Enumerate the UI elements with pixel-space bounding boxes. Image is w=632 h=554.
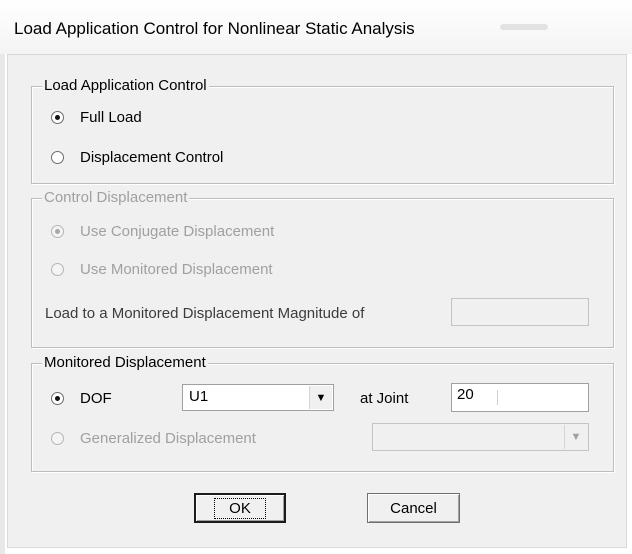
dialog-body: Load Application Control Full Load Displ…	[7, 54, 627, 548]
magnitude-label: Load to a Monitored Displacement Magnitu…	[45, 305, 365, 322]
radio-full-load[interactable]: Full Load	[51, 109, 142, 126]
radio-use-monitored-displacement[interactable]: Use Monitored Displacement	[51, 261, 273, 278]
group-legend: Monitored Displacement	[42, 354, 208, 371]
control-displacement-group: Control Displacement Use Conjugate Displ…	[31, 189, 614, 348]
title-bar-blur	[500, 24, 548, 30]
cancel-button[interactable]: Cancel	[367, 493, 460, 523]
radio-label: Full Load	[80, 109, 142, 126]
radio-displacement-control[interactable]: Displacement Control	[51, 149, 223, 166]
window-left-edge	[0, 54, 5, 554]
radio-label: Displacement Control	[80, 149, 224, 166]
magnitude-input[interactable]	[451, 298, 589, 326]
window-title: Load Application Control for Nonlinear S…	[14, 19, 415, 38]
dof-select[interactable]: U1 ▼	[182, 384, 334, 411]
radio-button[interactable]	[51, 111, 64, 124]
chevron-down-icon[interactable]: ▼	[564, 425, 587, 449]
ok-button[interactable]: OK	[194, 493, 286, 523]
radio-button[interactable]	[51, 151, 64, 164]
radio-button[interactable]	[51, 432, 64, 445]
radio-label: Use Monitored Displacement	[80, 261, 273, 278]
joint-input[interactable]: 20	[451, 383, 589, 412]
load-application-control-group: Load Application Control Full Load Displ…	[31, 77, 614, 184]
cancel-button-label: Cancel	[390, 499, 437, 517]
generalized-displacement-select[interactable]: ▼	[372, 423, 589, 451]
radio-label: Use Conjugate Displacement	[80, 223, 275, 240]
chevron-down-icon[interactable]: ▼	[309, 386, 332, 409]
radio-button[interactable]	[51, 225, 64, 238]
radio-button[interactable]	[51, 263, 64, 276]
monitored-displacement-group: Monitored Displacement DOF U1 ▼ at Joint…	[31, 354, 614, 472]
radio-label: DOF	[80, 390, 112, 407]
radio-label: Generalized Displacement	[80, 430, 256, 447]
radio-use-conjugate-displacement[interactable]: Use Conjugate Displacement	[51, 223, 274, 240]
text-cursor	[497, 390, 498, 405]
radio-button[interactable]	[51, 392, 64, 405]
radio-dof[interactable]: DOF	[51, 390, 112, 407]
group-legend: Load Application Control	[42, 77, 209, 94]
title-bar[interactable]: Load Application Control for Nonlinear S…	[0, 0, 632, 54]
dof-selected-value: U1	[189, 388, 209, 405]
ok-button-label: OK	[214, 497, 266, 519]
radio-generalized-displacement[interactable]: Generalized Displacement	[51, 430, 256, 447]
at-joint-label: at Joint	[360, 390, 409, 407]
group-legend: Control Displacement	[42, 189, 190, 206]
